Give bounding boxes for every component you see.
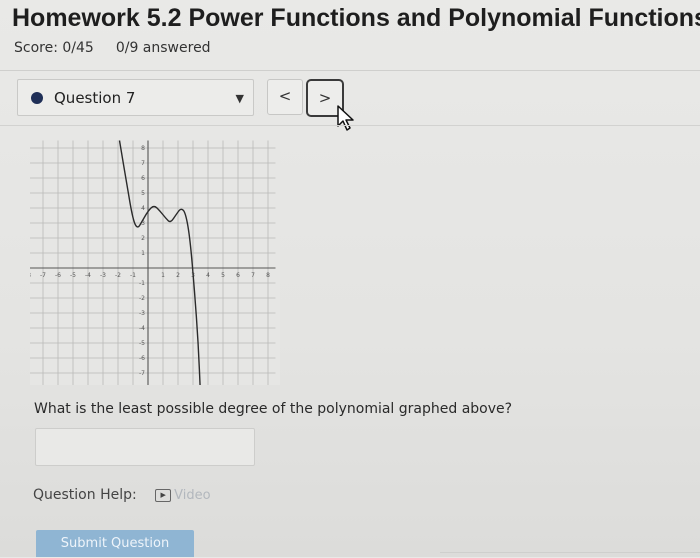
y-tick-label: 8 (141, 145, 145, 152)
x-tick-label: -8 (30, 272, 31, 279)
homework-title: Homework 5.2 Power Functions and Polynom… (12, 4, 700, 32)
y-tick-label: 4 (141, 205, 145, 212)
y-tick-label: -4 (139, 325, 145, 332)
x-tick-label: -1 (130, 272, 136, 279)
question-help: Question Help: ▶ Video (33, 487, 211, 503)
x-tick-label: -6 (55, 272, 61, 279)
video-icon: ▶ (155, 489, 172, 502)
answered-count: 0/9 answered (115, 40, 211, 56)
y-tick-label: -1 (139, 280, 145, 287)
score-text: Score: 0/45 (14, 40, 94, 56)
submit-question-button[interactable]: Submit Question (36, 530, 194, 557)
question-select[interactable]: Question 7 ▼ (17, 79, 254, 116)
polynomial-graph: -8-7-6-5-4-3-2-112345678 87654321-1-2-3-… (30, 140, 280, 385)
y-tick-label: 2 (141, 235, 145, 242)
x-tick-label: -2 (115, 272, 121, 279)
y-tick-label: 6 (141, 175, 145, 182)
question-text: What is the least possible degree of the… (34, 401, 513, 417)
caret-down-icon: ▼ (235, 92, 244, 105)
x-tick-label: 2 (176, 272, 180, 279)
x-tick-label: 4 (206, 272, 210, 279)
question-select-label: Question 7 (54, 89, 136, 107)
y-tick-label: 7 (141, 160, 145, 167)
panel-divider (0, 125, 700, 126)
question-help-label: Question Help: (33, 487, 137, 503)
y-tick-label: -7 (139, 370, 145, 377)
video-help-label: Video (174, 488, 211, 503)
y-tick-label: -6 (139, 355, 145, 362)
y-tick-label: -3 (139, 310, 145, 317)
y-tick-label: -5 (139, 340, 145, 347)
previous-question-button[interactable]: < (267, 79, 303, 115)
x-tick-label: 5 (221, 272, 225, 279)
video-help-link[interactable]: ▶ Video (155, 488, 211, 503)
x-tick-label: -4 (85, 272, 91, 279)
question-status-dot (31, 92, 43, 104)
x-tick-label: -3 (100, 272, 106, 279)
mouse-pointer-icon (337, 105, 354, 131)
y-tick-label: 1 (141, 250, 145, 257)
y-tick-label: 5 (141, 190, 145, 197)
x-tick-label: 6 (236, 272, 240, 279)
x-tick-label: 1 (161, 272, 165, 279)
score-row: Score: 0/45 0/9 answered (14, 40, 211, 56)
x-tick-label: 8 (266, 272, 270, 279)
header-divider (0, 70, 700, 71)
x-tick-label: 7 (251, 272, 255, 279)
answer-input[interactable] (35, 428, 255, 466)
x-tick-label: -7 (40, 272, 46, 279)
x-tick-label: -5 (70, 272, 76, 279)
y-tick-label: -2 (139, 295, 145, 302)
footer-divider (440, 552, 700, 553)
